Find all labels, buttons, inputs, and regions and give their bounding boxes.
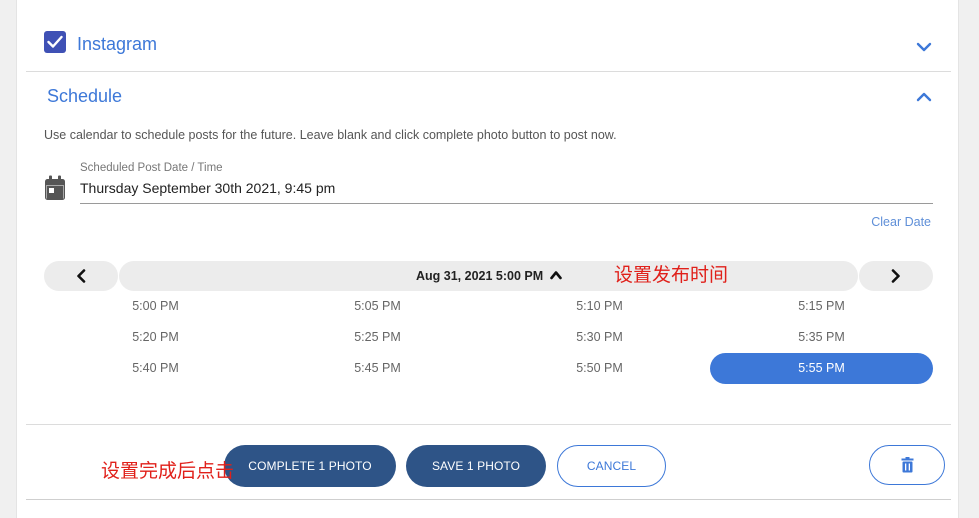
time-option[interactable]: 5:10 PM [488,291,711,322]
instagram-checkbox[interactable] [44,31,66,53]
divider [26,71,951,72]
time-option[interactable]: 5:45 PM [266,353,489,384]
instagram-label[interactable]: Instagram [77,34,157,55]
picker-title-text: Aug 31, 2021 5:00 PM [416,269,544,283]
annotation-set-time: 设置发布时间 [614,264,729,286]
check-icon [47,35,63,48]
chevron-up-icon[interactable] [915,88,933,106]
time-option[interactable]: 5:00 PM [44,291,267,322]
calendar-icon [45,175,65,200]
post-options-panel: Instagram Schedule Use calendar to sched… [16,0,959,518]
divider [26,499,951,500]
scheduled-date-label: Scheduled Post Date / Time [80,162,223,174]
time-option[interactable]: 5:25 PM [266,322,489,353]
caret-up-icon [550,271,562,280]
time-option[interactable]: 5:20 PM [44,322,267,353]
time-option[interactable]: 5:05 PM [266,291,489,322]
picker-title[interactable]: Aug 31, 2021 5:00 PM [119,261,858,291]
scheduled-date-underline [80,203,933,204]
divider [26,424,951,425]
time-option[interactable]: 5:30 PM [488,322,711,353]
cancel-button[interactable]: CANCEL [557,445,666,487]
clear-date-link[interactable]: Clear Date [871,215,931,229]
save-photo-button[interactable]: SAVE 1 PHOTO [406,445,546,487]
chevron-down-icon[interactable] [915,38,933,56]
complete-photo-button[interactable]: COMPLETE 1 PHOTO [224,445,396,487]
time-option[interactable]: 5:55 PM [710,353,933,384]
chevron-left-icon [77,269,86,283]
time-option[interactable]: 5:40 PM [44,353,267,384]
schedule-header[interactable]: Schedule [47,86,122,107]
time-option[interactable]: 5:15 PM [710,291,933,322]
delete-button[interactable] [869,445,945,485]
picker-next-button[interactable] [859,261,933,291]
trash-icon [901,457,914,473]
time-option[interactable]: 5:50 PM [488,353,711,384]
scheduled-date-input[interactable]: Thursday September 30th 2021, 9:45 pm [80,180,335,196]
chevron-right-icon [891,269,900,283]
annotation-click-after: 设置完成后点击 [101,460,235,482]
picker-prev-button[interactable] [44,261,118,291]
schedule-help-text: Use calendar to schedule posts for the f… [44,128,617,142]
time-option[interactable]: 5:35 PM [710,322,933,353]
